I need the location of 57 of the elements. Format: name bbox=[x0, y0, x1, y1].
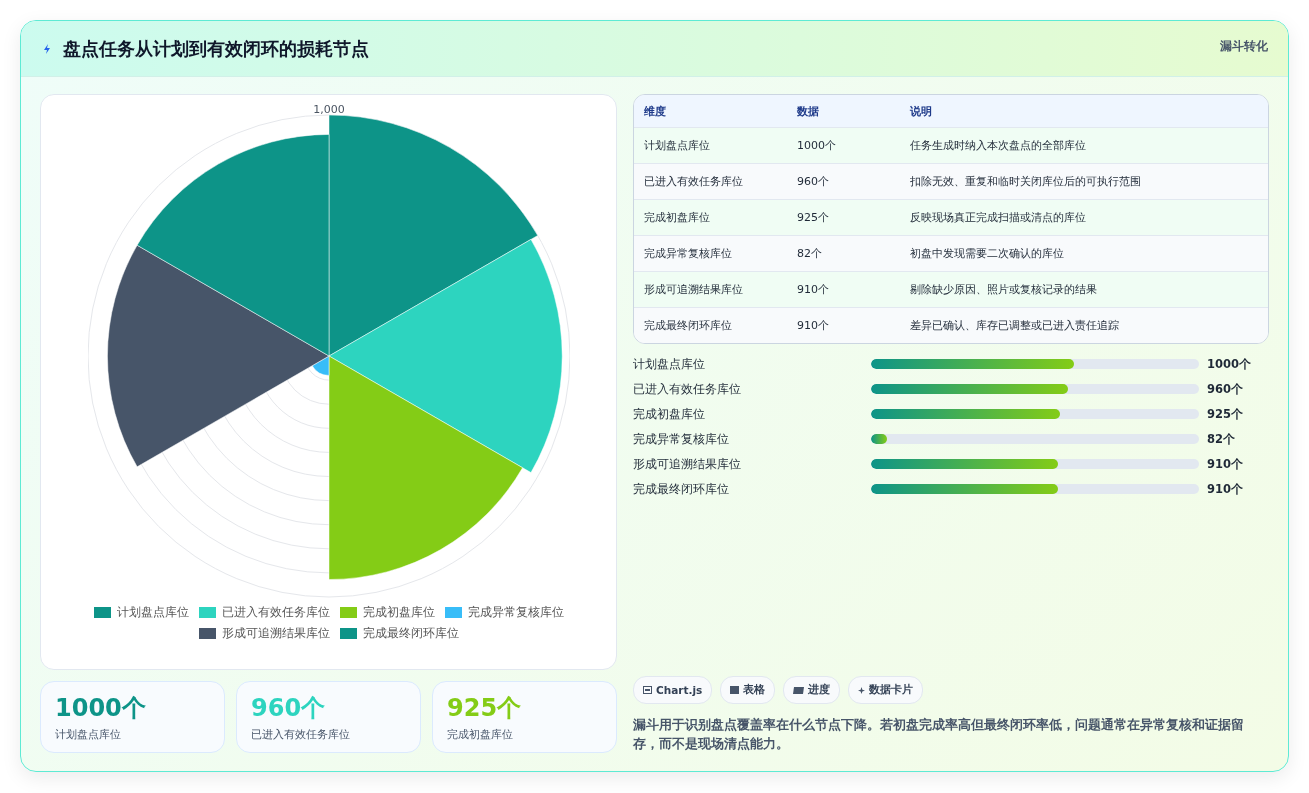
table-cell-text: 910个 bbox=[796, 282, 830, 297]
progress-label: 已进入有效任务库位 bbox=[633, 381, 742, 397]
legend-label: 完成最终闭环库位 bbox=[362, 626, 459, 641]
page-title: 盘点任务从计划到有效闭环的损耗节点 bbox=[63, 36, 369, 61]
tag-label: Chart.js bbox=[656, 684, 703, 696]
legend-label: 计划盘点库位 bbox=[116, 605, 189, 620]
table-cell-text: 扣除无效、重复和临时关闭库位后的可执行范围 bbox=[909, 174, 1142, 189]
progress-label: 完成初盘库位 bbox=[633, 406, 706, 422]
table-cell-text: 任务生成时纳入本次盘点的全部库位 bbox=[909, 138, 1087, 153]
column-header: 数据 bbox=[796, 103, 820, 119]
folder-icon bbox=[793, 686, 805, 694]
sparkle-icon bbox=[858, 686, 866, 694]
progress-value: 925个 bbox=[1207, 406, 1243, 422]
table-cell-text: 910个 bbox=[796, 318, 830, 333]
column-header: 维度 bbox=[643, 103, 667, 119]
stat-label: 计划盘点库位 bbox=[55, 727, 121, 742]
table-cell-text: 完成初盘库位 bbox=[643, 210, 711, 225]
progress-value: 82个 bbox=[1207, 431, 1235, 447]
stat-value: 960个 bbox=[251, 693, 326, 724]
progress-label: 计划盘点库位 bbox=[633, 356, 706, 372]
tag-label: 进度 bbox=[808, 683, 831, 697]
stat-value: 1000个 bbox=[55, 693, 146, 724]
stat-value: 925个 bbox=[447, 693, 522, 724]
legend-label: 完成初盘库位 bbox=[362, 605, 435, 620]
description-text: 漏斗用于识别盘点覆盖率在什么节点下降。若初盘完成率高但最终闭环率低，问题通常在异常复核和证据留存，而不是现场清点能力。 bbox=[633, 716, 1245, 753]
legend-label: 完成异常复核库位 bbox=[467, 605, 564, 620]
table-cell-text: 反映现场真正完成扫描或清点的库位 bbox=[909, 210, 1087, 225]
progress-value: 910个 bbox=[1207, 456, 1243, 472]
table-cell-text: 完成最终闭环库位 bbox=[643, 318, 733, 333]
table-cell-text: 82个 bbox=[796, 246, 823, 261]
tag-label: 数据卡片 bbox=[869, 683, 914, 697]
header-tag: 漏斗转化 bbox=[1220, 38, 1268, 55]
table-cell-text: 初盘中发现需要二次确认的库位 bbox=[909, 246, 1065, 261]
table-cell-text: 形成可追溯结果库位 bbox=[643, 282, 744, 297]
stat-label: 已进入有效任务库位 bbox=[251, 727, 350, 742]
table-cell-text: 完成异常复核库位 bbox=[643, 246, 733, 261]
progress-value: 960个 bbox=[1207, 381, 1243, 397]
table-icon bbox=[730, 686, 740, 694]
table-cell-text: 1000个 bbox=[796, 138, 837, 153]
progress-label: 完成异常复核库位 bbox=[633, 431, 730, 447]
lightning-icon bbox=[41, 42, 53, 55]
progress-label: 形成可追溯结果库位 bbox=[633, 456, 742, 472]
table-cell-text: 925个 bbox=[796, 210, 830, 225]
table-cell-text: 计划盘点库位 bbox=[643, 138, 711, 153]
table-cell-text: 已进入有效任务库位 bbox=[643, 174, 744, 189]
table-cell-text: 960个 bbox=[796, 174, 830, 189]
legend-label: 已进入有效任务库位 bbox=[221, 605, 330, 620]
legend-label: 形成可追溯结果库位 bbox=[221, 626, 330, 641]
chart-icon bbox=[643, 686, 652, 694]
tag-label: 表格 bbox=[743, 683, 766, 697]
progress-value: 1000个 bbox=[1207, 356, 1251, 372]
table-cell-text: 差异已确认、库存已调整或已进入责任追踪 bbox=[909, 318, 1120, 333]
column-header: 说明 bbox=[909, 103, 933, 119]
stat-label: 完成初盘库位 bbox=[447, 727, 513, 742]
progress-label: 完成最终闭环库位 bbox=[633, 481, 730, 497]
table-cell-text: 剔除缺少原因、照片或复核记录的结果 bbox=[909, 282, 1098, 297]
progress-value: 910个 bbox=[1207, 481, 1243, 497]
